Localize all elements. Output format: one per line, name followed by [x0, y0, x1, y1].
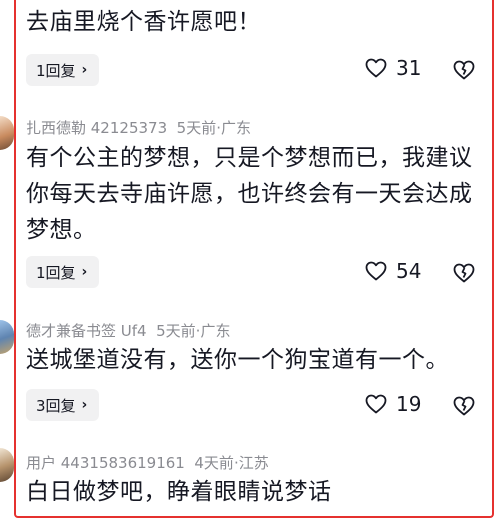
location: 广东	[200, 322, 231, 340]
comment-text: 白日做梦吧，睁着眼睛说梦话	[26, 479, 332, 505]
timestamp: 5天前	[176, 119, 217, 137]
like-button[interactable]: 19	[364, 392, 421, 416]
chevron-right-icon: ›	[81, 62, 88, 78]
comment-text: 去庙里烧个香许愿吧！	[26, 9, 261, 35]
comment-text: 送城堡道没有，送你一个狗宝道有一个。	[26, 347, 449, 373]
heart-outline-icon	[365, 58, 387, 78]
reply-count-button[interactable]: 1回复 ›	[26, 256, 100, 288]
heart-broken-outline-icon[interactable]	[452, 394, 476, 418]
reply-label: 1回复	[36, 263, 76, 282]
reply-label: 3回复	[36, 396, 76, 415]
heart-outline-icon	[365, 394, 387, 414]
chevron-right-icon: ›	[81, 264, 88, 280]
reply-count-button[interactable]: 3回复 ›	[26, 389, 100, 421]
location: 广东	[221, 119, 252, 137]
username[interactable]: 用户 4431583619161	[26, 454, 185, 472]
like-button[interactable]: 31	[364, 56, 421, 80]
avatar[interactable]	[0, 448, 14, 482]
comment-meta: 扎西德勒 42125373 5天前·广东	[26, 117, 251, 138]
heart-outline-icon	[365, 261, 387, 281]
like-button[interactable]: 54	[364, 259, 421, 283]
chevron-right-icon: ›	[81, 397, 88, 413]
reply-label: 1回复	[36, 61, 76, 80]
like-count: 19	[396, 392, 422, 416]
heart-broken-outline-icon[interactable]	[452, 58, 476, 82]
avatar[interactable]	[0, 116, 14, 150]
comment-meta: 用户 4431583619161 4天前·江苏	[26, 452, 269, 473]
username[interactable]: 德才兼备书签 Uf4	[26, 322, 147, 340]
comment-meta: 德才兼备书签 Uf4 5天前·广东	[26, 320, 230, 341]
location: 江苏	[238, 454, 269, 472]
username[interactable]: 扎西德勒 42125373	[26, 119, 167, 137]
avatar[interactable]	[0, 320, 14, 354]
timestamp: 5天前	[156, 322, 196, 340]
comment-text: 有个公主的梦想，只是个梦想而已，我建议 你每天去寺庙许愿，也许终会有一天会达成 …	[26, 145, 473, 243]
timestamp: 4天前	[194, 454, 234, 472]
like-count: 31	[396, 56, 422, 80]
heart-broken-outline-icon[interactable]	[452, 261, 476, 285]
reply-count-button[interactable]: 1回复 ›	[26, 54, 100, 86]
like-count: 54	[396, 259, 422, 283]
